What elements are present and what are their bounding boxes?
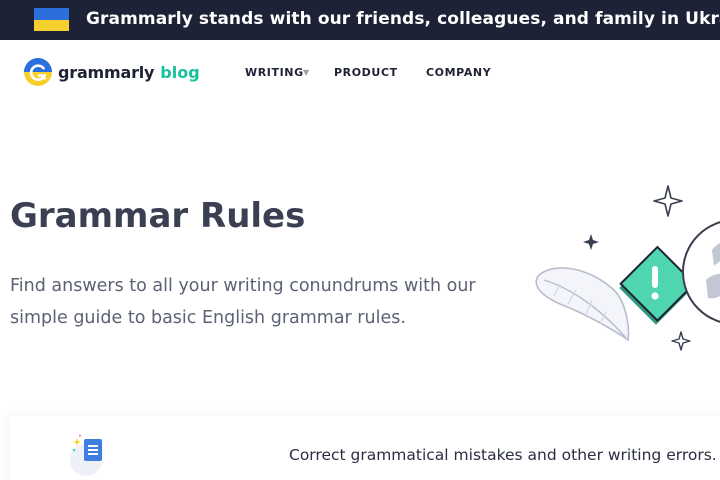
logo-blog-label: blog: [160, 62, 200, 82]
nav-item-product[interactable]: PRODUCT: [334, 66, 398, 79]
page-subtitle: Find answers to all your writing conundr…: [10, 276, 476, 328]
promo-card[interactable]: Correct grammatical mistakes and other w…: [10, 416, 720, 480]
banner-text: Grammarly stands with our friends, colle…: [86, 9, 720, 29]
nav-item-writing[interactable]: WRITING: [245, 66, 304, 79]
feather-exclamation-sparkle-icon: [535, 185, 720, 351]
nav-item-company[interactable]: COMPANY: [426, 66, 491, 79]
page-title: Grammar Rules: [10, 196, 306, 236]
top-nav: grammarly blog WRITING ▼ PRODUCT COMPANY: [0, 40, 720, 104]
grammarly-logo-icon: [24, 58, 52, 86]
ukraine-banner: Grammarly stands with our friends, colle…: [0, 0, 720, 40]
logo-wordmark: grammarly: [58, 62, 155, 82]
chevron-down-icon[interactable]: ▼: [303, 68, 309, 77]
promo-card-text: Correct grammatical mistakes and other w…: [289, 446, 717, 464]
ukraine-flag-icon: [34, 8, 69, 31]
document-sparkle-icon: [70, 434, 102, 476]
grammarly-blog-logo[interactable]: grammarly blog: [24, 58, 200, 86]
